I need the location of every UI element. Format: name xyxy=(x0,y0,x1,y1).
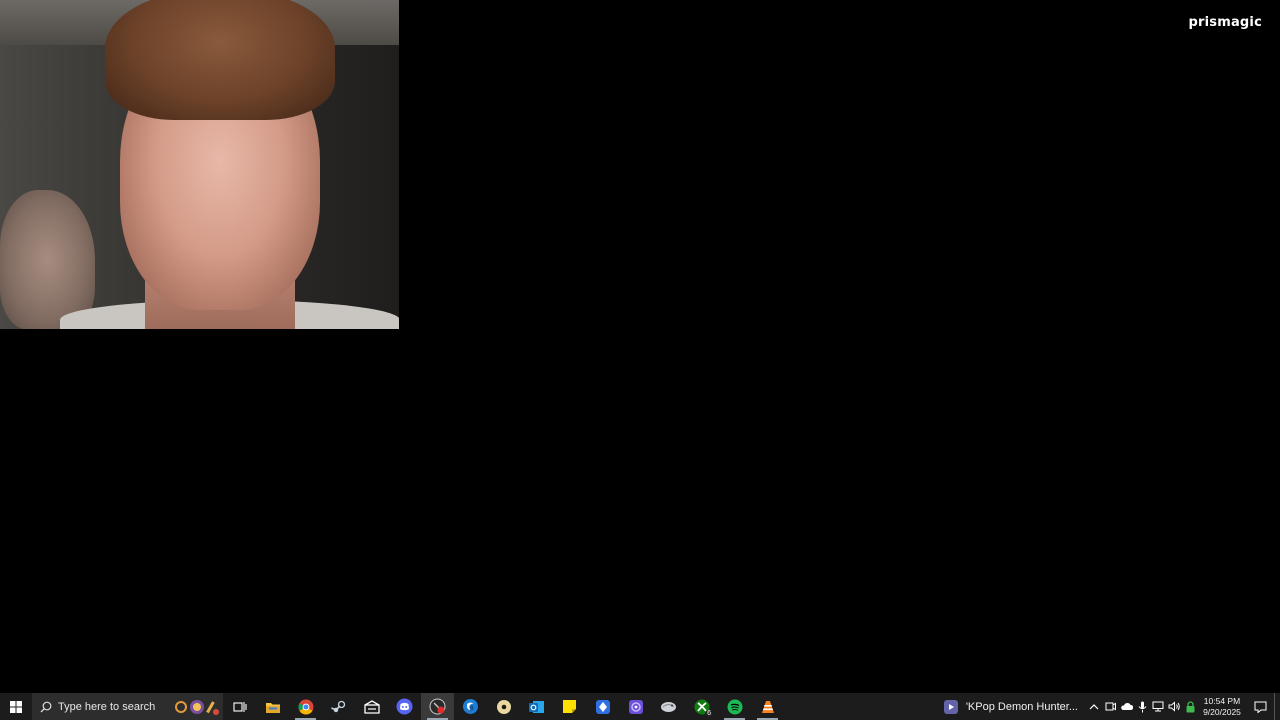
camera-icon xyxy=(1105,702,1116,711)
notifications-button[interactable] xyxy=(1246,693,1274,720)
tray-microphone[interactable] xyxy=(1134,693,1150,720)
tray-volume[interactable] xyxy=(1166,693,1182,720)
folder-icon xyxy=(265,702,280,713)
clock-date: 9/20/2025 xyxy=(1203,706,1241,717)
taskbar-app-chrome[interactable] xyxy=(289,693,322,720)
show-desktop-button[interactable] xyxy=(1274,693,1280,720)
video-hand-blur xyxy=(0,190,95,329)
steam-icon xyxy=(330,700,345,712)
windows-logo-icon xyxy=(10,700,22,713)
outlook-icon xyxy=(529,700,544,713)
media-title: 'KPop Demon Hunter... xyxy=(965,700,1078,713)
network-icon xyxy=(1152,701,1164,712)
media-app-icon xyxy=(943,699,958,714)
taskbar-app-xbox[interactable]: 6 xyxy=(685,693,718,720)
task-view-icon xyxy=(232,701,247,712)
system-clock[interactable]: 10:54 PM 9/20/2025 xyxy=(1198,693,1246,720)
taskbar: Type here to search β 6 'KPop Demon Hunt… xyxy=(0,693,1280,720)
chevron-up-icon xyxy=(1089,703,1099,709)
xbox-badge: 6 xyxy=(705,710,713,717)
sticky-note-icon xyxy=(563,700,576,713)
search-icon xyxy=(40,701,52,713)
taskbar-app-discord[interactable] xyxy=(388,693,421,720)
media-now-playing[interactable]: 'KPop Demon Hunter... xyxy=(936,693,1086,720)
task-view-button[interactable] xyxy=(223,693,256,720)
tray-security[interactable] xyxy=(1182,693,1198,720)
cloud-icon xyxy=(1120,703,1133,710)
search-placeholder: Type here to search xyxy=(58,700,156,713)
blue-app-icon xyxy=(595,699,610,714)
taskbar-app-purple[interactable] xyxy=(619,693,652,720)
speaker-icon xyxy=(1168,701,1180,712)
start-button[interactable] xyxy=(0,693,32,720)
tray-network[interactable] xyxy=(1150,693,1166,720)
taskbar-app-steam[interactable] xyxy=(322,693,355,720)
taskbar-app-file-explorer[interactable] xyxy=(256,693,289,720)
microphone-icon xyxy=(1138,701,1146,712)
record-icon xyxy=(429,698,446,715)
bird-app-icon xyxy=(661,702,676,712)
desktop: prismagic xyxy=(0,0,1280,693)
chrome-icon xyxy=(297,699,313,715)
taskbar-app-store[interactable] xyxy=(355,693,388,720)
taskbar-app-media[interactable] xyxy=(487,693,520,720)
video-hair xyxy=(105,0,335,120)
tray-onedrive[interactable] xyxy=(1118,693,1134,720)
svg-text:β: β xyxy=(470,706,474,712)
taskbar-app-blue[interactable] xyxy=(586,693,619,720)
shield-lock-icon xyxy=(1186,700,1194,712)
discord-icon xyxy=(396,698,413,715)
edge-icon: β xyxy=(463,699,478,714)
taskbar-app-grey[interactable] xyxy=(652,693,685,720)
notification-icon xyxy=(1254,701,1266,713)
webcam-video-feed xyxy=(0,0,399,329)
taskbar-app-edge[interactable]: β xyxy=(454,693,487,720)
watermark-text: prismagic xyxy=(1188,15,1262,30)
taskbar-app-vlc[interactable] xyxy=(751,693,784,720)
search-highlight-icon[interactable] xyxy=(173,696,221,717)
purple-app-icon xyxy=(628,699,643,714)
disc-icon xyxy=(496,699,511,714)
search-input[interactable]: Type here to search xyxy=(32,693,223,720)
taskbar-app-sticky-notes[interactable] xyxy=(553,693,586,720)
taskbar-app-recorder[interactable] xyxy=(421,693,454,720)
clock-time: 10:54 PM xyxy=(1203,695,1241,706)
show-hidden-icons-button[interactable] xyxy=(1086,693,1102,720)
tray-meet-now[interactable] xyxy=(1102,693,1118,720)
taskbar-app-spotify[interactable] xyxy=(718,693,751,720)
spotify-icon xyxy=(727,699,742,714)
taskbar-app-outlook[interactable] xyxy=(520,693,553,720)
store-icon xyxy=(363,699,380,714)
vlc-cone-icon xyxy=(761,700,774,713)
